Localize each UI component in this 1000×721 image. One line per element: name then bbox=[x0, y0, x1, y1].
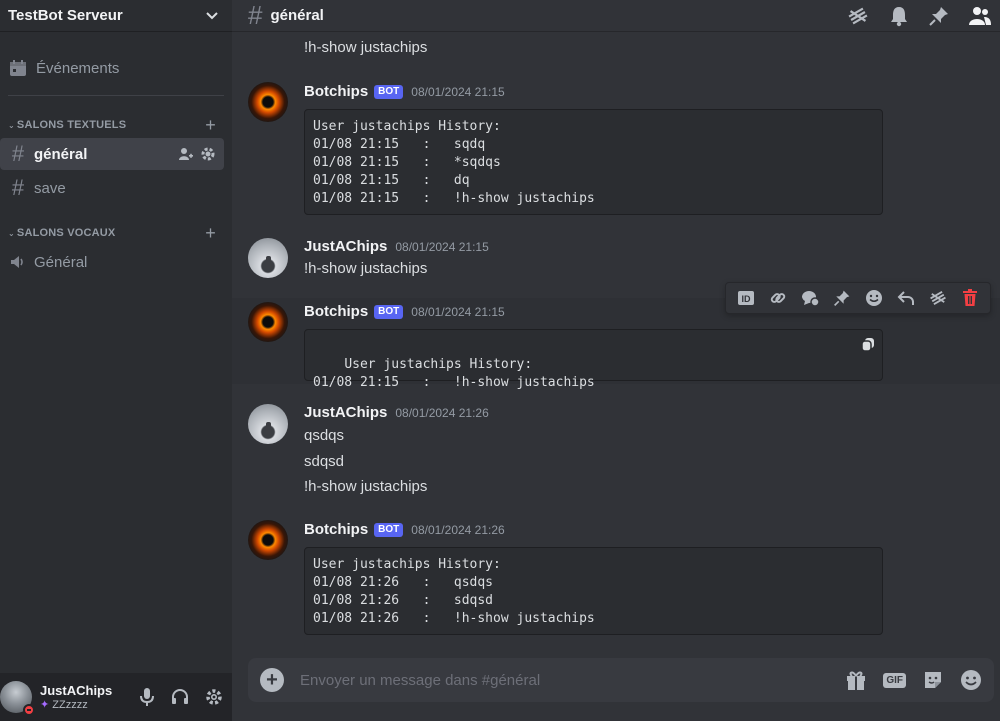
speaker-icon bbox=[11, 256, 23, 268]
emoji-icon bbox=[866, 290, 882, 306]
user-name: JustAChips bbox=[40, 683, 113, 698]
message-timestamp: 08/01/2024 21:15 bbox=[411, 84, 505, 99]
bot-badge: BOT bbox=[374, 304, 404, 319]
emoji-icon[interactable] bbox=[960, 669, 982, 691]
microphone-icon[interactable] bbox=[138, 687, 156, 707]
channel-label: save bbox=[34, 179, 66, 197]
hashtag-icon: # bbox=[11, 141, 25, 166]
user-panel: JustAChips ✦ ZZzzzz bbox=[0, 673, 232, 721]
message-actions-toolbar: ID bbox=[725, 282, 991, 314]
message-timestamp: 08/01/2024 21:15 bbox=[411, 304, 505, 319]
bot-badge: BOT bbox=[374, 522, 404, 537]
hashtag-icon: # bbox=[248, 0, 263, 30]
events-label: Événements bbox=[36, 59, 120, 77]
id-icon: ID bbox=[738, 291, 754, 305]
message-author[interactable]: JustAChips bbox=[304, 238, 387, 255]
add-channel-icon[interactable]: + bbox=[205, 116, 216, 134]
channel-title: général bbox=[270, 7, 324, 24]
copy-icon[interactable] bbox=[860, 336, 876, 352]
message-input[interactable]: Envoyer un message dans #général bbox=[300, 672, 540, 689]
add-channel-icon[interactable]: + bbox=[205, 224, 216, 242]
message-timestamp: 08/01/2024 21:15 bbox=[395, 239, 489, 254]
headphones-icon[interactable] bbox=[170, 687, 190, 707]
avatar[interactable] bbox=[248, 238, 288, 278]
gear-icon[interactable] bbox=[200, 146, 216, 162]
code-block: User justachips History: 01/08 21:26 : q… bbox=[304, 547, 883, 635]
threads-button[interactable] bbox=[922, 283, 954, 313]
sidebar-divider bbox=[8, 95, 224, 96]
category-text-channels[interactable]: ⌄ SALONS TEXTUELS + bbox=[0, 116, 216, 134]
message-line: !h-show justachips bbox=[304, 39, 428, 56]
code-block: User justachips History: 01/08 21:15 : s… bbox=[304, 109, 883, 215]
pin-message-button[interactable] bbox=[826, 283, 858, 313]
sidebar-item-voice-general[interactable]: Général bbox=[0, 246, 224, 278]
copy-id-button[interactable]: ID bbox=[730, 283, 762, 313]
sidebar-item-save[interactable]: # save bbox=[0, 172, 224, 204]
trash-icon bbox=[963, 289, 977, 306]
bell-icon[interactable] bbox=[888, 5, 910, 27]
bot-badge: BOT bbox=[374, 84, 404, 99]
message-line: !h-show justachips bbox=[304, 260, 428, 277]
sticker-icon[interactable] bbox=[922, 669, 944, 691]
code-block: User justachips History: 01/08 21:15 : !… bbox=[304, 329, 883, 390]
message-author[interactable]: Botchips bbox=[304, 303, 368, 320]
avatar[interactable] bbox=[248, 404, 288, 444]
gear-icon[interactable] bbox=[204, 687, 224, 707]
member-list-icon[interactable] bbox=[968, 5, 992, 27]
message-author[interactable]: JustAChips bbox=[304, 404, 387, 421]
message-line: !h-show justachips bbox=[304, 478, 428, 495]
events-link[interactable]: Événements bbox=[8, 54, 224, 82]
threads-icon bbox=[930, 290, 946, 306]
message-list: !h-show justachips Botchips BOT 08/01/20… bbox=[232, 32, 1000, 652]
channel-label: Général bbox=[34, 253, 88, 271]
sidebar-item-general[interactable]: # général bbox=[0, 138, 224, 170]
reply-button[interactable] bbox=[890, 283, 922, 313]
delete-message-button[interactable] bbox=[954, 283, 986, 313]
code-text: User justachips History: 01/08 21:15 : !… bbox=[313, 357, 595, 390]
pin-icon bbox=[834, 290, 850, 306]
dnd-status-icon bbox=[23, 704, 35, 716]
category-label: SALONS VOCAUX bbox=[16, 227, 116, 239]
gift-icon[interactable] bbox=[845, 669, 867, 691]
avatar[interactable] bbox=[248, 302, 288, 342]
avatar[interactable] bbox=[248, 82, 288, 122]
add-attachment-button[interactable]: + bbox=[260, 668, 284, 692]
pin-icon[interactable] bbox=[928, 5, 950, 27]
chevron-down-icon: ⌄ bbox=[8, 229, 15, 238]
user-status: ✦ ZZzzzz bbox=[40, 699, 88, 711]
channel-header: # général bbox=[232, 0, 1000, 32]
hashtag-icon: # bbox=[11, 175, 25, 200]
copy-link-button[interactable] bbox=[762, 283, 794, 313]
gif-button[interactable]: GIF bbox=[883, 672, 906, 688]
thread-icon bbox=[802, 291, 820, 307]
message-line: qsdqs bbox=[304, 427, 345, 444]
server-header[interactable]: TestBot Serveur bbox=[0, 0, 232, 32]
threads-icon[interactable] bbox=[846, 4, 870, 28]
message-composer[interactable]: + Envoyer un message dans #général GIF bbox=[248, 658, 994, 702]
avatar[interactable] bbox=[248, 520, 288, 560]
message-author[interactable]: Botchips bbox=[304, 521, 368, 538]
create-thread-button[interactable] bbox=[794, 283, 826, 313]
message-author[interactable]: Botchips bbox=[304, 83, 368, 100]
svg-text:ID: ID bbox=[742, 294, 752, 304]
link-icon bbox=[770, 293, 786, 303]
category-label: SALONS TEXTUELS bbox=[16, 119, 127, 131]
reply-icon bbox=[897, 291, 914, 305]
status-emoji-icon: ✦ bbox=[40, 699, 53, 711]
chevron-down-icon bbox=[206, 11, 218, 19]
message-timestamp: 08/01/2024 21:26 bbox=[411, 522, 505, 537]
server-name: TestBot Serveur bbox=[8, 7, 123, 24]
message-line: sdqsd bbox=[304, 453, 345, 470]
channel-sidebar: TestBot Serveur Événements ⌄ SALONS TEXTU… bbox=[0, 0, 232, 721]
chevron-down-icon: ⌄ bbox=[8, 121, 15, 130]
category-voice-channels[interactable]: ⌄ SALONS VOCAUX + bbox=[0, 224, 216, 242]
message-timestamp: 08/01/2024 21:26 bbox=[395, 405, 489, 420]
invite-icon[interactable] bbox=[178, 146, 194, 162]
channel-label: général bbox=[34, 145, 88, 163]
avatar[interactable] bbox=[0, 681, 35, 716]
calendar-icon bbox=[10, 60, 26, 76]
add-reaction-button[interactable] bbox=[858, 283, 890, 313]
